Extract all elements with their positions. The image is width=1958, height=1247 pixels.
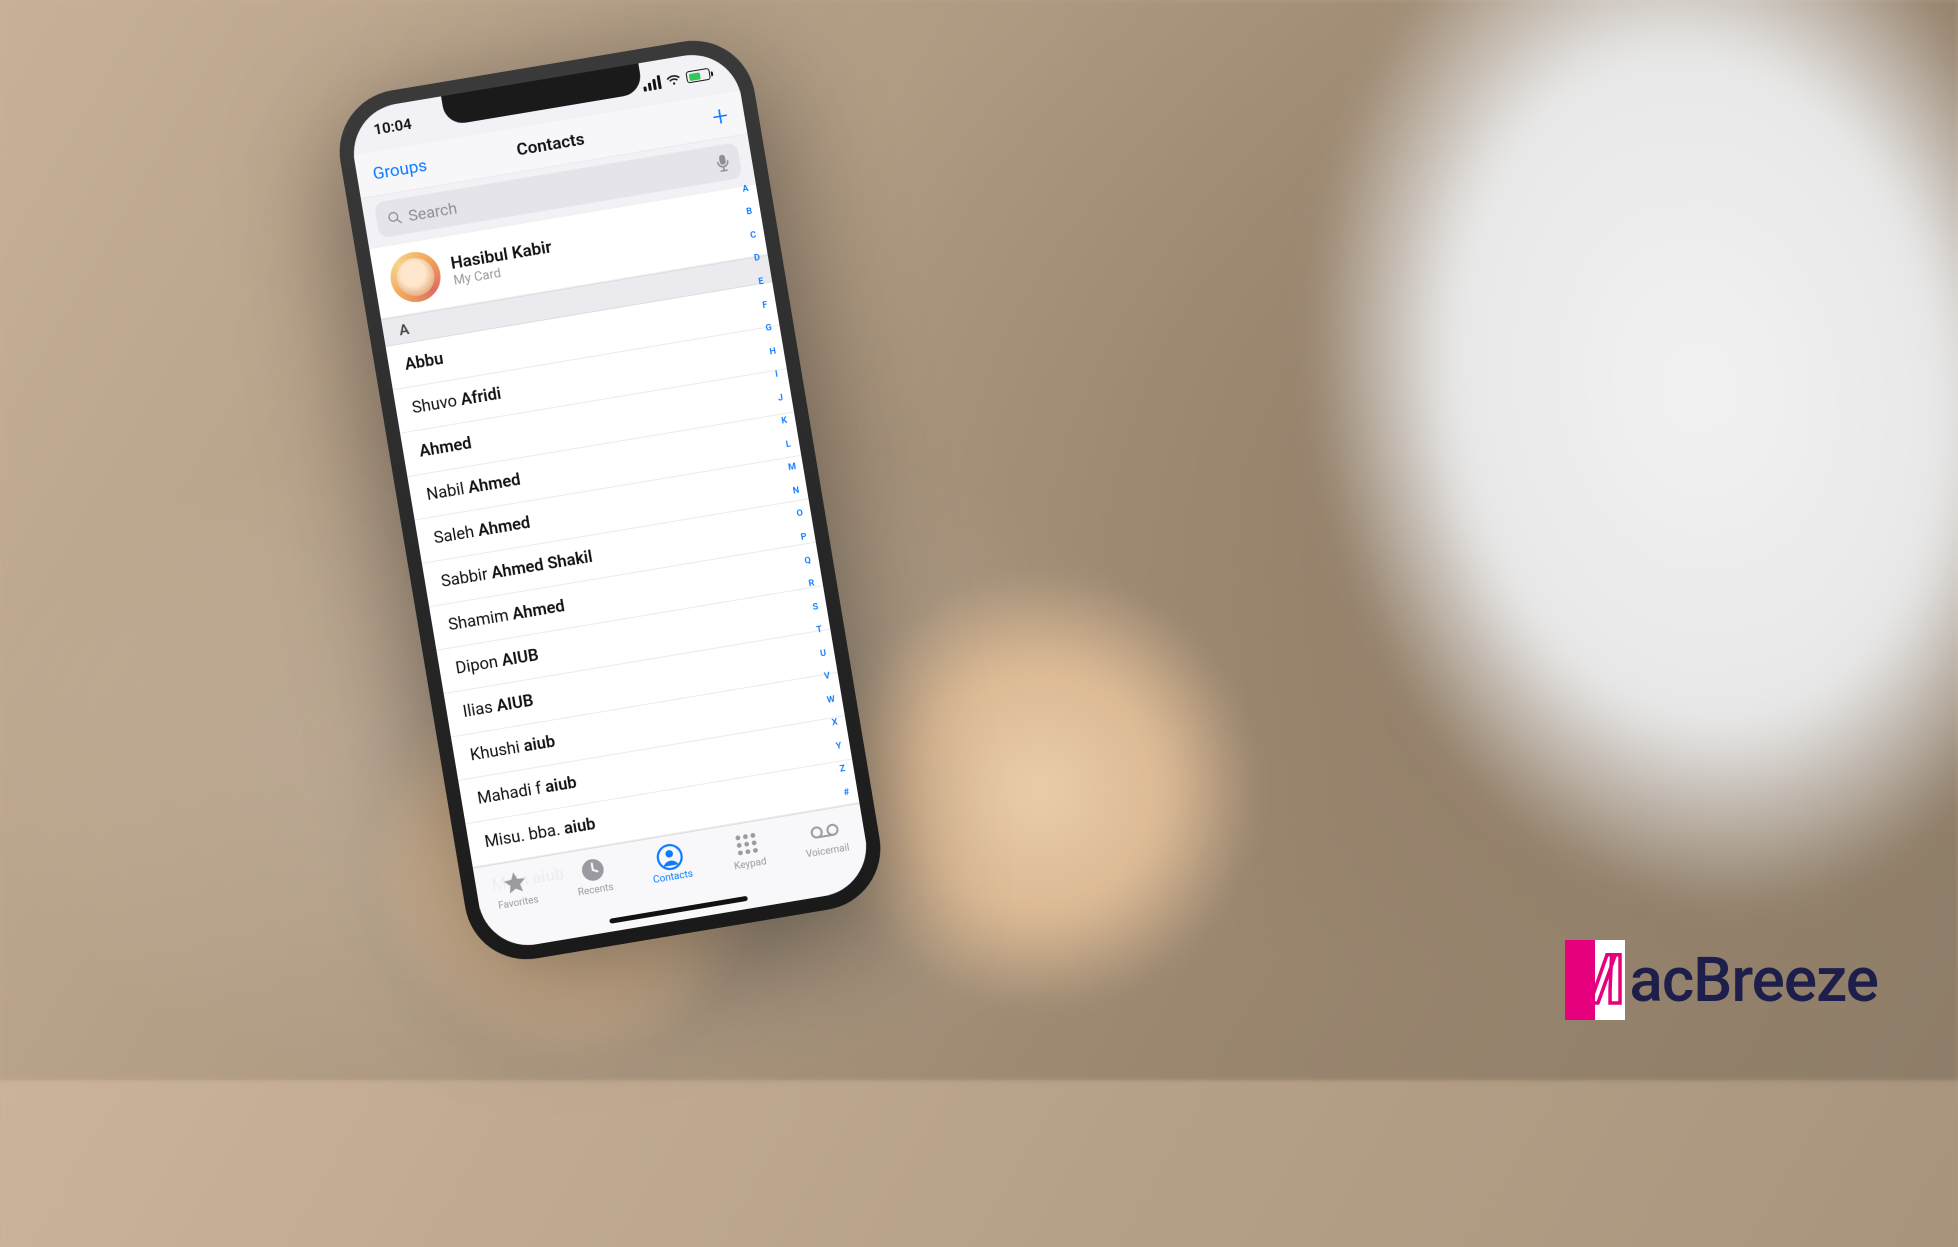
status-right [642,66,714,92]
index-letter[interactable]: N [792,486,800,497]
wifi-icon [665,73,683,87]
index-letter[interactable]: Y [835,741,842,752]
index-letter[interactable]: I [775,370,779,380]
contact-icon [655,842,685,872]
microphone-icon[interactable] [714,153,731,173]
index-letter[interactable]: U [820,648,827,659]
contact-first: Shamim [447,606,514,635]
index-letter[interactable]: K [781,416,788,427]
index-letter[interactable]: F [762,300,769,311]
watermark-text: acBreeze [1629,944,1878,1017]
status-time: 10:04 [372,115,413,139]
clock-icon [577,855,607,885]
contact-first: Ilias [462,698,499,722]
index-letter[interactable]: B [746,207,753,218]
contact-bold: Ahmed [418,434,473,461]
keypad-icon [732,829,762,859]
index-letter[interactable]: L [785,439,791,450]
contact-first: Misu. bba. [483,820,565,852]
contact-first: Saleh [432,522,479,548]
avatar [387,248,445,306]
contact-first: Sabbir [440,565,493,592]
contact-bold: aiub [544,774,578,798]
contact-bold: AIUB [500,646,540,671]
index-letter[interactable]: Z [839,764,846,775]
index-letter[interactable]: D [753,253,760,264]
index-letter[interactable]: O [796,509,804,520]
contact-first: Mahadi f [476,779,547,809]
page-title: Contacts [515,129,586,160]
index-letter[interactable]: G [765,323,773,334]
contact-bold: aiub [563,815,597,839]
index-letter[interactable]: E [758,277,765,288]
tab-voicemail[interactable]: Voicemail [784,812,868,863]
cellular-signal-icon [642,75,662,92]
contact-bold: Ahmed Shakil [490,548,594,584]
index-letter[interactable]: H [769,346,777,357]
index-letter[interactable]: T [816,625,823,636]
contact-bold: aiub [522,733,556,757]
contact-first: Shuvo [411,391,463,418]
index-letter[interactable]: X [831,718,838,729]
index-letter[interactable]: S [812,602,819,613]
contact-first: Khushi [469,738,526,766]
contact-bold: Ahmed [511,597,566,624]
home-indicator[interactable] [609,896,748,924]
index-letter[interactable]: J [777,393,784,404]
index-letter[interactable]: P [800,532,807,543]
index-letter[interactable]: V [823,671,830,682]
tab-contacts[interactable]: Contacts [629,838,713,889]
tab-recents[interactable]: Recents [552,851,636,902]
macbreeze-watermark: MacBreeze [1565,940,1878,1020]
add-contact-button[interactable]: + [709,94,732,139]
search-icon [385,208,403,226]
contact-first: Dipon [454,652,503,678]
index-letter[interactable]: # [843,788,850,799]
battery-icon [685,67,714,83]
tab-favorites[interactable]: Favorites [474,864,558,915]
index-letter[interactable]: A [742,184,750,195]
contact-bold: Ahmed [477,514,532,541]
groups-button[interactable]: Groups [369,144,430,195]
contact-bold: AIUB [495,692,535,717]
tab-keypad[interactable]: Keypad [706,825,790,876]
contact-first: Nabil [425,479,470,505]
star-icon [500,868,530,898]
index-letter[interactable]: C [750,230,757,241]
voicemail-icon [807,816,841,847]
contact-bold: Abbu [403,350,444,375]
watermark-m: M [1565,940,1626,1020]
index-letter[interactable]: W [826,694,835,705]
index-letter[interactable]: Q [804,555,812,566]
index-letter[interactable]: R [808,579,815,590]
contact-bold: Afridi [459,385,502,410]
index-letter[interactable]: M [787,462,796,473]
contact-bold: Ahmed [467,471,522,498]
